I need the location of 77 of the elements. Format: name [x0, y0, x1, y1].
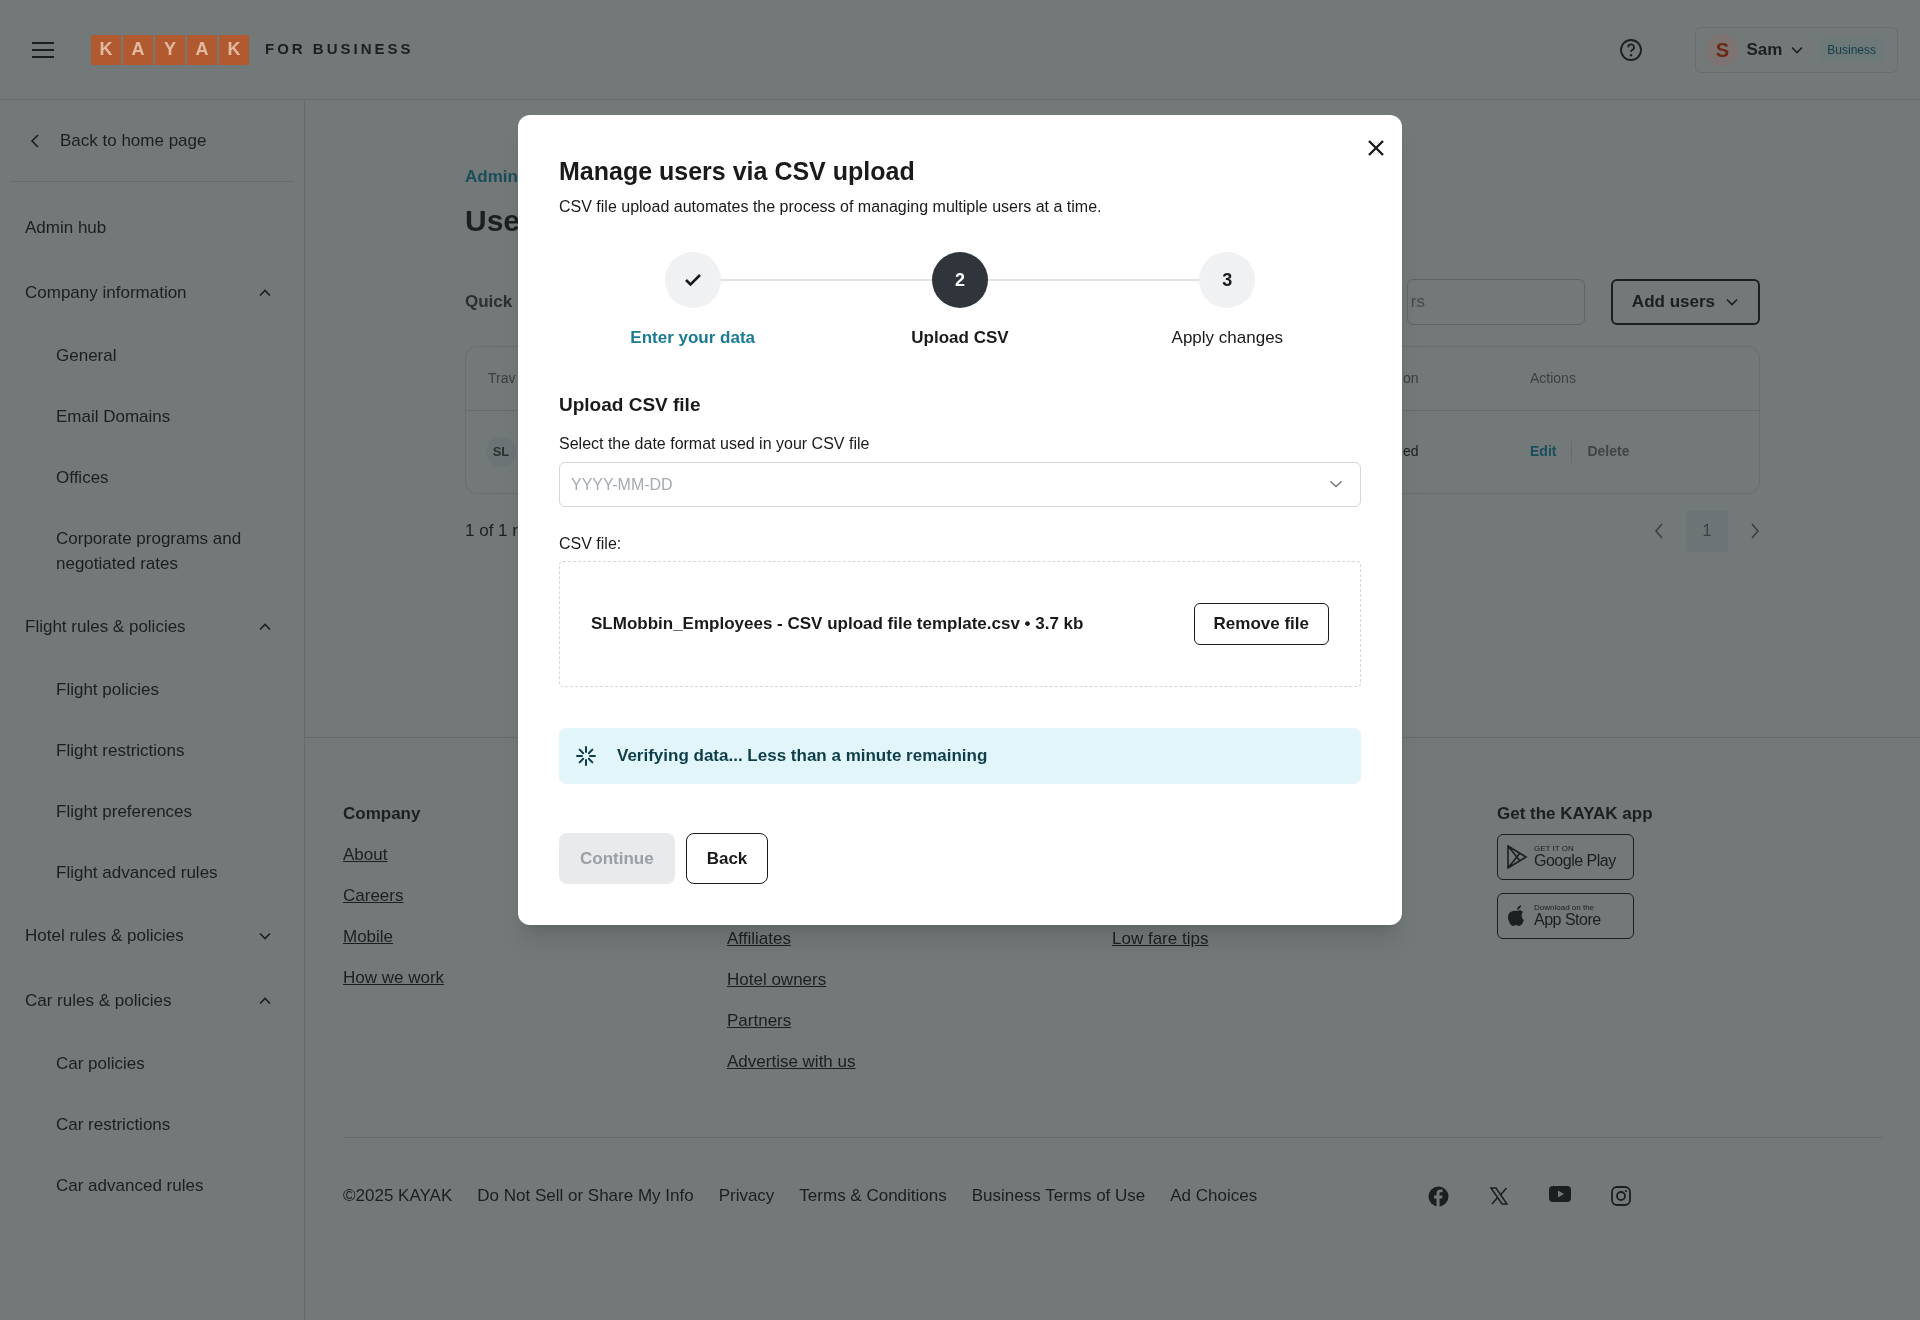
column-header: on [1403, 368, 1419, 388]
dialog-title: Manage users via CSV upload [559, 156, 916, 187]
column-header: Trav [487, 368, 516, 388]
sidebar-item[interactable]: Hotel rules & policies [0, 903, 304, 968]
brand-suffix: FOR BUSINESS [265, 39, 414, 60]
footer-link[interactable]: About [343, 842, 388, 883]
status-message: Verifying data... Less than a minute remaining [617, 745, 988, 768]
sidebar-item[interactable]: Car rules & policies [0, 968, 304, 1033]
sidebar-subitem[interactable]: Flight advanced rules [0, 842, 304, 903]
add-users-button[interactable]: Add users [1610, 278, 1760, 325]
back-link[interactable]: Back to home page [10, 100, 294, 182]
step-label: Apply changes [1171, 327, 1284, 349]
x-logo-icon[interactable] [1489, 1185, 1510, 1207]
legal-link[interactable]: Ad Choices [1170, 1183, 1258, 1209]
footer-link[interactable]: Mobile [343, 924, 394, 965]
sidebar-subitem[interactable]: Flight restrictions [0, 720, 304, 781]
spinner-icon [575, 745, 597, 767]
step-indicator: 2 [932, 252, 988, 308]
sidebar-item[interactable]: Admin hub [0, 195, 304, 260]
legal-link[interactable]: Privacy [718, 1183, 775, 1209]
sidebar-subitem[interactable]: Offices [0, 447, 304, 508]
sidebar-subitem[interactable]: Car policies [0, 1033, 304, 1094]
footer-link[interactable]: Partners [727, 1008, 792, 1049]
step-label[interactable]: Enter your data [630, 325, 755, 351]
sidebar-subitem[interactable]: Car restrictions [0, 1094, 304, 1155]
legal-link[interactable]: Terms & Conditions [799, 1183, 947, 1209]
field-label: CSV file: [559, 534, 623, 554]
sidebar-subitem[interactable]: Email Domains [0, 386, 304, 447]
table-cell-text: ed [1403, 442, 1419, 461]
account-menu[interactable]: S Sam Business [1695, 26, 1898, 73]
remove-file-button[interactable]: Remove file [1193, 603, 1329, 645]
footer-heading: Company [343, 803, 421, 825]
footer-link[interactable]: Hotel owners [727, 967, 827, 1008]
column-header: Actions [1530, 368, 1576, 388]
sidebar-subitem[interactable]: Flight policies [0, 659, 304, 720]
menu-icon[interactable] [31, 40, 55, 59]
page-title: Use [465, 202, 521, 239]
field-label: Select the date format used in your CSV file [559, 434, 871, 454]
footer-heading: Get the KAYAK app [1497, 803, 1653, 825]
breadcrumb-link[interactable]: Admin [465, 164, 518, 190]
user-avatar: SL [486, 436, 516, 467]
avatar: S [1706, 33, 1739, 66]
legal-link[interactable]: Business Terms of Use [971, 1183, 1146, 1209]
section-label: Quick [465, 290, 513, 313]
logo[interactable]: K A Y A K [91, 34, 249, 65]
instagram-icon[interactable] [1611, 1185, 1632, 1207]
section-title: Upload CSV file [559, 392, 702, 417]
footer-link[interactable]: How we work [343, 965, 445, 1006]
edit-link[interactable]: Edit [1530, 441, 1557, 462]
sidebar-subitem[interactable]: General [0, 325, 304, 386]
sidebar-subitem[interactable]: Corporate programs and negotiated rates [0, 508, 304, 594]
previous-page-icon[interactable] [1654, 522, 1664, 539]
sidebar-item[interactable]: Company information [0, 260, 304, 325]
app-store-badge[interactable]: GET IT ON Google Play [1497, 834, 1634, 880]
footer-link[interactable]: Low fare tips [1112, 926, 1209, 967]
pagination-summary: 1 of 1 r [465, 519, 518, 542]
close-icon[interactable] [1367, 139, 1385, 157]
facebook-icon[interactable] [1428, 1185, 1450, 1207]
copyright: ©2025 KAYAK [343, 1185, 453, 1208]
footer-link[interactable]: Careers [343, 883, 404, 924]
step-indicator: 3 [1199, 252, 1256, 308]
sidebar-item[interactable]: Flight rules & policies [0, 594, 304, 659]
file-name: SLMobbin_Employees - CSV upload file template.csv • 3.7 kb [591, 613, 1084, 636]
next-page-icon[interactable] [1750, 522, 1760, 539]
sidebar-subitem[interactable]: Flight preferences [0, 781, 304, 842]
help-icon[interactable] [1619, 37, 1644, 62]
sidebar-subitem[interactable]: Car advanced rules [0, 1155, 304, 1216]
legal-link[interactable]: Do Not Sell or Share My Info [477, 1183, 694, 1209]
plan-badge: Business [1820, 37, 1883, 62]
back-button[interactable]: Back [685, 833, 769, 884]
step-label: Upload CSV [911, 327, 1009, 349]
play-triangle-icon [1506, 845, 1528, 869]
app-store-badge[interactable]: Download on the App Store [1497, 893, 1634, 939]
footer-link[interactable]: Affiliates [727, 926, 791, 967]
footer-link[interactable]: Advertise with us [727, 1049, 856, 1090]
dialog-description: CSV file upload automates the process of managing multiple users at a time. [559, 197, 1103, 217]
date-format-select[interactable]: YYYY-MM-DD [559, 462, 1361, 507]
